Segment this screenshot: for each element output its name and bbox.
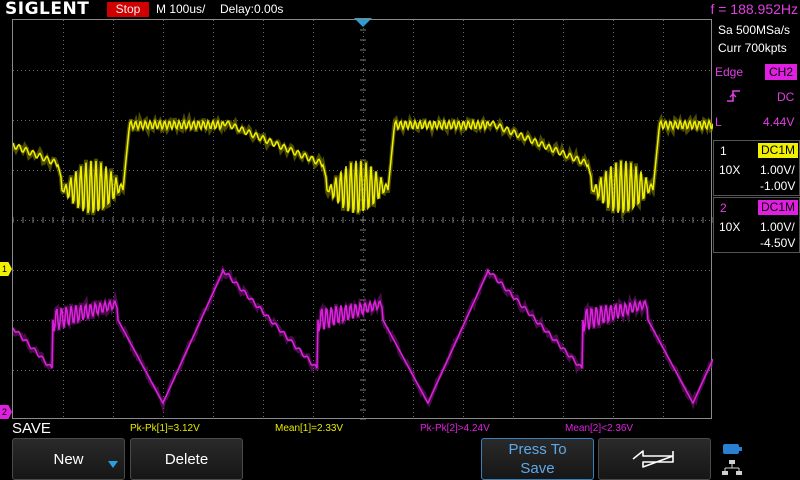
trigger-level-label: L (715, 115, 722, 129)
new-button-label: New (53, 450, 84, 468)
key-blank-3[interactable] (248, 438, 361, 480)
waveform-display[interactable] (12, 19, 713, 420)
ch2-scale: 1.00V/ (760, 220, 795, 234)
chevron-down-icon (108, 461, 118, 468)
trigger-coupling: DC (777, 90, 795, 104)
press-to-save-button[interactable]: Press To Save (481, 438, 594, 480)
ch2-info[interactable]: 2 DC1M 10X 1.00V/ -4.50V (713, 197, 800, 253)
ch2-waveform (13, 264, 713, 414)
ch1-offset: -1.00V (760, 179, 796, 193)
network-icon (722, 460, 742, 475)
delete-button-label: Delete (164, 450, 209, 468)
measurement-pkpk-ch1: Pk-Pk[1]=3.12V (130, 423, 200, 434)
delete-button[interactable]: Delete (130, 438, 243, 480)
measurement-mean-ch1: Mean[1]=2.33V (275, 423, 344, 434)
trigger-source: CH2 (765, 64, 797, 80)
trigger-level: 4.44V (763, 115, 795, 129)
ch1-probe: 10X (719, 163, 741, 177)
press-to-save-line1: Press To (508, 441, 567, 458)
new-button[interactable]: New (12, 438, 125, 480)
ch1-info[interactable]: 1 DC1M 10X 1.00V/ -1.00V (713, 140, 800, 196)
sample-rate: Sa 500MSa/s (718, 23, 791, 37)
back-button[interactable] (598, 438, 711, 480)
ch2-marker-label: 2 (2, 407, 8, 417)
ch2-probe: 10X (719, 220, 741, 234)
menu-title: SAVE (12, 420, 51, 437)
usb-storage-icon (723, 444, 742, 454)
ch2-offset: -4.50V (760, 236, 796, 250)
brand-logo: SIGLENT (5, 0, 90, 19)
rising-edge-icon (727, 90, 740, 102)
side-info-panel: Sa 500MSa/s Curr 700kpts Edge CH2 DC L 4… (713, 19, 800, 419)
press-to-save-line2: Save (520, 460, 555, 477)
ch1-number: 1 (720, 144, 727, 158)
return-arrow-icon (632, 450, 674, 468)
measurement-pkpk-ch2: Pk-Pk[2]>4.24V (420, 423, 490, 434)
trigger-type: Edge (715, 65, 744, 79)
ch1-offset-marker[interactable]: 1 (0, 262, 12, 276)
key-blank-4[interactable] (365, 438, 478, 480)
delay-readout[interactable]: Delay:0.00s (220, 1, 283, 17)
ch2-offset-marker[interactable]: 2 (0, 405, 12, 419)
memory-depth: Curr 700kpts (718, 41, 787, 55)
frequency-counter: f = 188.952Hz (710, 1, 798, 17)
ch1-scale: 1.00V/ (760, 163, 795, 177)
measurement-mean-ch2: Mean[2]<2.36V (565, 423, 634, 434)
ch2-number: 2 (720, 201, 727, 215)
top-status-bar: SIGLENT Stop M 100us/ Delay:0.00s f = 18… (0, 0, 800, 18)
softkey-bar: New Delete Press To Save (0, 438, 800, 480)
ch1-marker-label: 1 (2, 264, 8, 274)
ch1-coupling: DC1M (758, 143, 798, 158)
timebase-readout[interactable]: M 100us/ (156, 1, 205, 17)
trigger-info[interactable]: Edge CH2 DC L 4.44V (713, 61, 800, 133)
ch2-coupling: DC1M (758, 200, 798, 215)
measurement-bar: SAVE Pk-Pk[1]=3.12V Mean[1]=2.33V Pk-Pk[… (0, 420, 800, 438)
run-stop-indicator[interactable]: Stop (107, 2, 149, 17)
